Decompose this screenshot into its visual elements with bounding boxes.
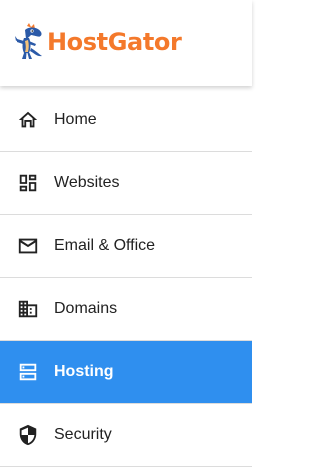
nav-item-security[interactable]: Security xyxy=(0,404,252,467)
nav-item-websites[interactable]: Websites xyxy=(0,152,252,215)
nav-item-email-office[interactable]: Email & Office xyxy=(0,215,252,278)
nav-item-home[interactable]: Home xyxy=(0,89,252,152)
hostgator-logo[interactable]: HostGator xyxy=(14,20,182,64)
nav-label-websites: Websites xyxy=(54,174,120,191)
nav-item-domains[interactable]: Domains xyxy=(0,278,252,341)
nav-label-email-office: Email & Office xyxy=(54,237,156,254)
nav-label-domains: Domains xyxy=(54,300,118,317)
header: HostGator xyxy=(0,0,252,86)
building-icon xyxy=(17,298,39,320)
nav-label-home: Home xyxy=(54,111,97,128)
server-icon xyxy=(17,361,39,383)
dashboard-icon xyxy=(17,172,39,194)
nav-item-hosting[interactable]: Hosting xyxy=(0,341,252,404)
sidebar-nav: Home Websites Email & Office Domains Hos… xyxy=(0,89,252,467)
mail-icon xyxy=(17,235,39,257)
nav-label-security: Security xyxy=(54,426,112,443)
brand-name: HostGator xyxy=(47,28,182,56)
shield-icon xyxy=(17,424,39,446)
home-icon xyxy=(17,109,39,131)
nav-label-hosting: Hosting xyxy=(54,363,114,380)
gator-mascot-icon xyxy=(15,23,42,59)
